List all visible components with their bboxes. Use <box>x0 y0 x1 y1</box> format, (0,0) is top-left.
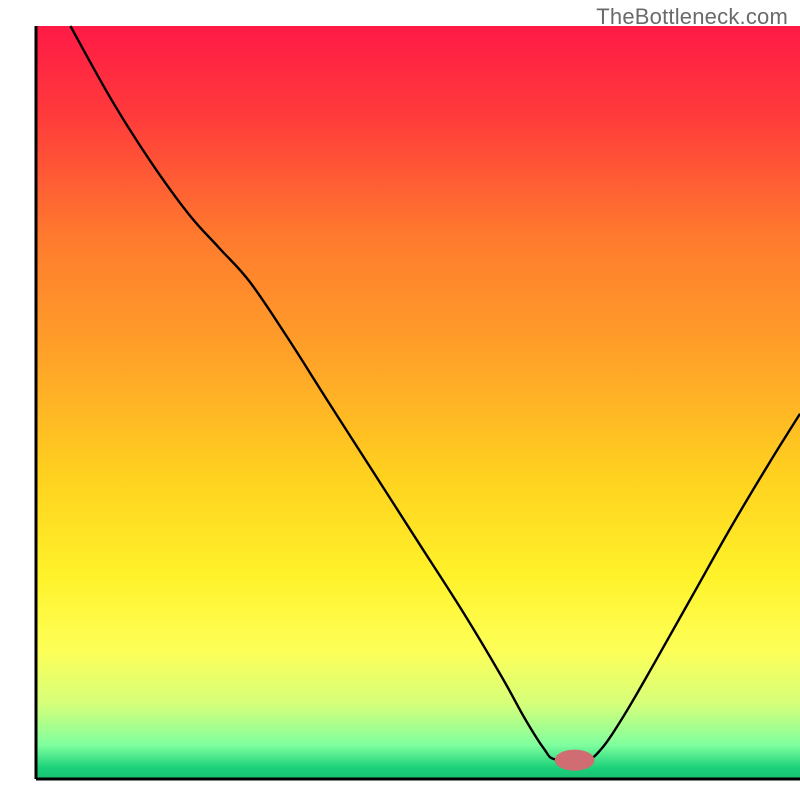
chart-container: TheBottleneck.com <box>0 0 800 800</box>
chart-background <box>36 26 800 779</box>
bottleneck-chart <box>0 0 800 800</box>
watermark-text: TheBottleneck.com <box>596 4 788 30</box>
optimal-point-marker <box>555 750 595 771</box>
